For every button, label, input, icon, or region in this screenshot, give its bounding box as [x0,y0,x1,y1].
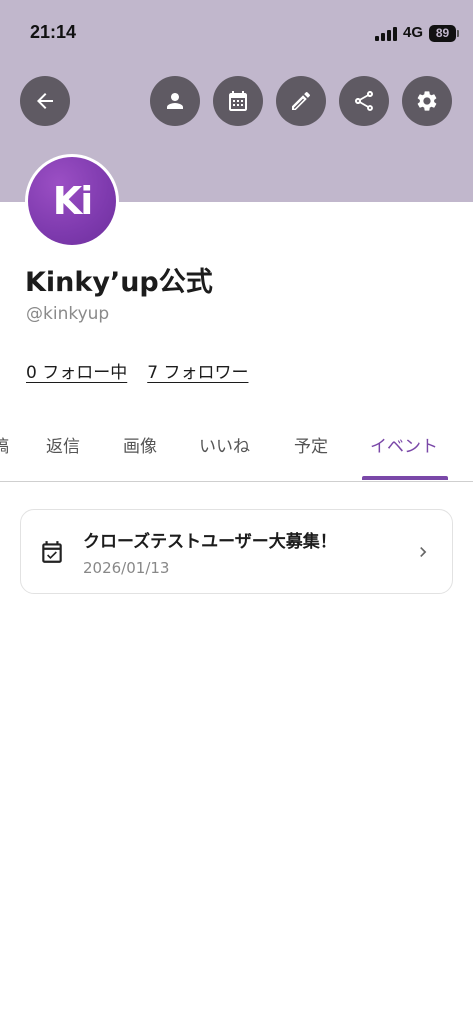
person-icon [167,93,183,109]
settings-button[interactable] [402,76,452,126]
avatar[interactable]: Ki [25,154,119,248]
event-card[interactable]: クローズテストユーザー大募集！ 2026/01/13 [20,509,453,594]
share-button[interactable] [339,76,389,126]
calendar-button[interactable] [213,76,263,126]
arrow-back-icon [37,93,53,109]
user-handle: @kinkyup [26,304,110,324]
profile-button[interactable] [150,76,200,126]
chevron-right-icon [420,547,427,557]
tab-likes[interactable]: いいね [199,432,250,457]
battery-tip [457,30,459,37]
calendar-icon [229,91,247,111]
share-icon [355,91,373,111]
tab-posts[interactable]: 稿 [0,432,9,457]
battery-icon: 89 [429,25,456,42]
profile-tabs: 稿 返信 画像 いいね 予定 イベント [0,420,473,482]
calendar-check-icon [42,541,62,563]
signal-icon [375,27,399,41]
pencil-icon [292,91,311,110]
tab-replies[interactable]: 返信 [46,432,80,457]
gear-icon [417,91,437,111]
edit-button[interactable] [276,76,326,126]
tab-events[interactable]: イベント [370,432,438,457]
avatar-image: Ki [28,157,116,245]
network-type: 4G [403,24,424,41]
status-time: 21:14 [30,22,77,42]
avatar-logo-text: Ki [52,179,94,223]
following-link[interactable]: 0 フォロー中 [26,358,127,383]
follow-stats: 0 フォロー中 7 フォロワー [26,358,248,383]
display-name: Kinky’up公式 [25,267,213,298]
tab-images[interactable]: 画像 [123,432,157,457]
status-bar: 21:14 4G 89 [0,0,473,70]
followers-link[interactable]: 7 フォロワー [147,358,248,383]
event-title: クローズテストユーザー大募集！ [83,532,337,552]
back-button[interactable] [20,76,70,126]
tab-schedule[interactable]: 予定 [294,432,328,457]
active-tab-indicator [362,476,448,480]
event-date: 2026/01/13 [83,559,170,577]
